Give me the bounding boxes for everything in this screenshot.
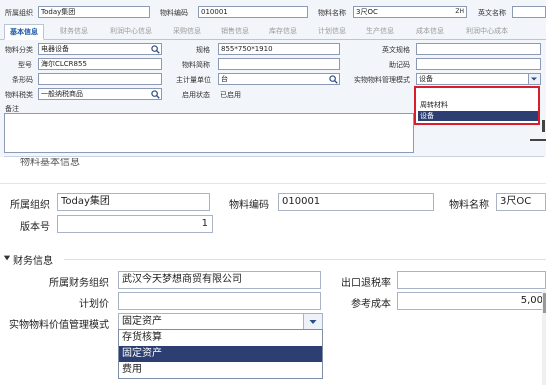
tax-label: 物料税类	[5, 91, 33, 99]
abbr-label: 物料简称	[182, 61, 210, 69]
dropdown-option[interactable]: 存货核算	[119, 330, 322, 346]
org-input[interactable]: Today集团	[38, 6, 150, 18]
tab-profit-center-cost[interactable]: 利润中心成本	[466, 26, 508, 36]
fin-org-label: 所属财务组织	[49, 278, 109, 289]
tax-value: 一般纳税商品	[41, 90, 83, 98]
enable-label: 启用状态	[182, 91, 210, 99]
chevron-down-icon	[531, 77, 537, 81]
tab-inventory-info[interactable]: 库存信息	[269, 26, 297, 36]
export-rebate-input[interactable]	[397, 271, 546, 289]
dropdown-button[interactable]	[303, 314, 322, 330]
bottom-form: 物料基本信息 所属组织 Today集团 物料编码 010001 物料名称 3尺O…	[0, 157, 546, 385]
version-input[interactable]: 1	[57, 215, 213, 233]
code-label: 物料编码	[160, 9, 188, 17]
unit-input[interactable]: 台	[218, 73, 340, 85]
unit-value: 台	[221, 75, 228, 83]
mgmt-mode-select[interactable]: 设备	[416, 73, 541, 85]
valuation-mode-value: 固定资产	[122, 316, 162, 327]
code-label: 物料编码	[229, 200, 269, 211]
dropdown-option-selected[interactable]: 固定资产	[119, 346, 322, 362]
model-label: 型号	[18, 61, 32, 69]
name-label: 物料名称	[318, 9, 346, 17]
category-label: 物料分类	[5, 46, 33, 54]
tab-bar: 基本信息 财务信息 利润中心信息 采购信息 销售信息 库存信息 计划信息 生产信…	[0, 22, 546, 40]
scrollbar-thumb[interactable]	[542, 120, 545, 132]
dropdown-option[interactable]: 费用	[119, 362, 322, 378]
tab-plan-info[interactable]: 计划信息	[318, 26, 346, 36]
divider	[530, 139, 546, 141]
org-input[interactable]: Today集团	[57, 193, 210, 211]
valuation-mode-dropdown-list: 存货核算 固定资产 费用	[118, 329, 323, 379]
code-input[interactable]: 010001	[278, 193, 434, 211]
mnemonic-label: 助记码	[389, 61, 410, 69]
en-spec-label: 英文规格	[382, 46, 410, 54]
plan-price-label: 计划价	[79, 299, 109, 310]
collapse-triangle-icon[interactable]	[3, 254, 11, 262]
abbr-input[interactable]	[218, 58, 340, 70]
tab-purchase-info[interactable]: 采购信息	[173, 26, 201, 36]
plan-price-input[interactable]	[118, 292, 321, 310]
finance-section-title: 财务信息	[13, 256, 53, 267]
search-icon[interactable]	[151, 90, 160, 99]
barcode-input[interactable]	[38, 73, 162, 85]
en-spec-input[interactable]	[416, 43, 541, 55]
mgmt-mode-value: 设备	[419, 75, 433, 83]
spec-label: 规格	[196, 46, 210, 54]
code-input[interactable]: 010001	[198, 6, 308, 18]
org-label: 所属组织	[5, 9, 33, 17]
fin-org-input[interactable]: 武汉今天梦想商贸有限公司	[118, 271, 321, 289]
tab-production-info[interactable]: 生产信息	[366, 26, 394, 36]
language-badge[interactable]: ZH	[455, 7, 464, 17]
tab-profit-center-info[interactable]: 利润中心信息	[110, 26, 152, 36]
mgmt-mode-label: 实物物料管理模式	[354, 76, 410, 84]
mnemonic-input[interactable]	[416, 58, 541, 70]
chevron-down-icon	[309, 320, 317, 324]
unit-label: 主计量单位	[176, 76, 211, 84]
export-rebate-label: 出口退税率	[341, 278, 391, 289]
en-name-label: 英文名称	[478, 9, 506, 17]
dropdown-button[interactable]	[528, 74, 540, 84]
name-label: 物料名称	[449, 200, 489, 211]
tax-input[interactable]: 一般纳税商品	[38, 88, 162, 100]
search-icon[interactable]	[329, 75, 338, 84]
dropdown-option-selected[interactable]: 设备	[418, 111, 538, 121]
search-icon[interactable]	[151, 45, 160, 54]
top-form: 所属组织 Today集团 物料编码 010001 物料名称 3尺OC ZH 英文…	[0, 0, 546, 157]
spec-input[interactable]: 855*750*1910	[218, 43, 340, 55]
org-label: 所属组织	[10, 200, 50, 211]
barcode-label: 条形码	[12, 76, 33, 84]
name-input[interactable]: 3尺OC	[496, 193, 546, 211]
enable-value: 已启用	[220, 91, 241, 99]
category-value: 电器设备	[41, 45, 69, 53]
remark-textarea[interactable]	[4, 113, 414, 153]
en-name-input[interactable]	[512, 6, 546, 18]
tab-finance-info[interactable]: 财务信息	[60, 26, 88, 36]
mgmt-mode-dropdown-list: 周转材料 设备	[414, 86, 540, 125]
ref-cost-input[interactable]: 5,00	[397, 292, 546, 310]
valuation-mode-label: 实物物料价值管理模式	[9, 320, 109, 331]
dropdown-option[interactable]: 周转材料	[418, 100, 538, 110]
tab-basic-info[interactable]: 基本信息	[4, 24, 44, 40]
tab-sales-info[interactable]: 销售信息	[221, 26, 249, 36]
category-input[interactable]: 电器设备	[38, 43, 162, 55]
name-input[interactable]: 3尺OC ZH	[353, 6, 467, 18]
version-label: 版本号	[20, 222, 50, 233]
divider	[64, 259, 546, 260]
name-value: 3尺OC	[356, 8, 378, 16]
tab-cost-info[interactable]: 成本信息	[416, 26, 444, 36]
ref-cost-label: 参考成本	[351, 299, 391, 310]
model-input[interactable]: 海尔CLCR855	[38, 58, 162, 70]
divider	[0, 183, 546, 184]
